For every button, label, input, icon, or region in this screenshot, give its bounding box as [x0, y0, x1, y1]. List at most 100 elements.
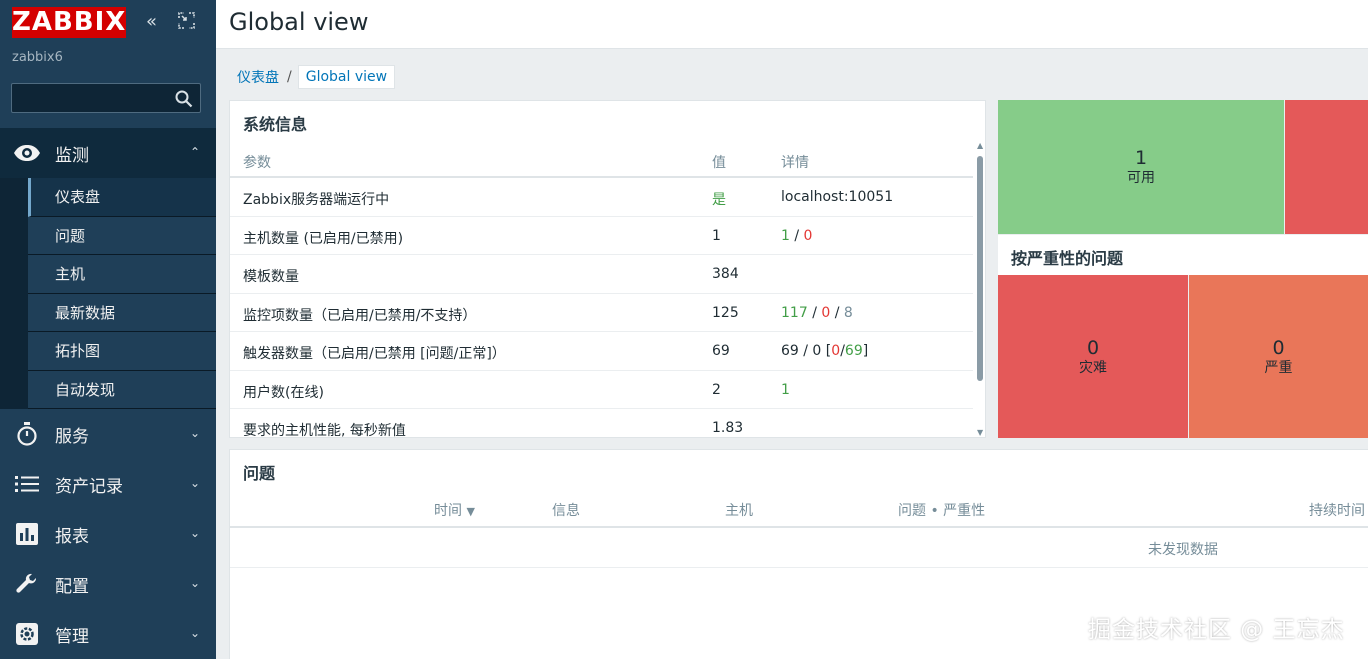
breadcrumb-current[interactable]: Global view	[297, 65, 396, 89]
details-cell: 1	[781, 381, 790, 398]
details-cell: localhost:10051	[781, 189, 894, 205]
disaster-label: 灾难	[1079, 359, 1107, 376]
scroll-down-icon[interactable]: ▼	[977, 428, 983, 437]
menu-item-label: 服务	[55, 426, 89, 447]
menu-item-services[interactable]: 服务 ⌄	[0, 409, 216, 459]
menu-item-monitoring[interactable]: 监测 ⌃	[0, 128, 216, 178]
chevron-up-icon: ⌃	[189, 145, 200, 159]
submenu-item-discovery[interactable]: 自动发现	[28, 370, 216, 409]
scroll-up-icon[interactable]: ▲	[977, 141, 983, 150]
wrench-icon	[12, 572, 42, 596]
column-header-duration: 持续时间	[1309, 503, 1365, 519]
breadcrumb-dashboard-link[interactable]: 仪表盘	[237, 67, 279, 87]
chevron-down-icon: ⌄	[189, 526, 200, 540]
unsupported-count: 8	[843, 304, 853, 321]
widget-title: 按严重性的问题	[1011, 249, 1124, 268]
param-cell: 监控项数量（已启用/已禁用/不支持）	[243, 307, 477, 324]
gear-icon	[12, 622, 42, 646]
table-row: 模板数量 384	[230, 255, 973, 294]
sort-desc-icon: ▼	[466, 505, 475, 518]
search-icon[interactable]	[175, 90, 193, 112]
param-cell: 模板数量	[243, 269, 299, 285]
details-cell: 1 / 0	[781, 228, 812, 244]
param-cell: Zabbix服务器端运行中	[243, 192, 390, 208]
value-cell: 384	[712, 266, 739, 282]
page-title: Global view	[229, 8, 369, 36]
column-header-value: 值	[712, 155, 726, 171]
breadcrumb: 仪表盘 / Global view	[237, 65, 396, 89]
details-cell: 69 / 0 [0/69]	[781, 343, 868, 359]
problem-count: 0	[831, 343, 841, 359]
search-box	[11, 83, 201, 113]
system-info-widget: 系统信息 参数 值 详情 Zabbix服务器端运行中 是 localhost:1…	[229, 100, 986, 438]
menu-item-label: 资产记录	[55, 476, 123, 497]
param-cell: 要求的主机性能, 每秒新值	[243, 423, 406, 438]
no-data-message: 未发现数据	[1148, 542, 1218, 558]
table-header: 参数 值 详情	[230, 141, 973, 178]
severity-disaster-tile[interactable]: 0 灾难	[998, 275, 1188, 438]
value-cell: 125	[712, 304, 739, 321]
scrollbar[interactable]: ▲ ▼	[974, 141, 985, 437]
main-menu: 监测 ⌃ 仪表盘 问题 主机 最新数据 拓扑图 自动发现 服务 ⌄ 资产记录 ⌄	[0, 128, 216, 659]
param-cell: 触发器数量（已启用/已禁用 [问题/正常]）	[243, 346, 506, 362]
table-row: 用户数(在线) 2 1	[230, 371, 973, 409]
value-cell: 69	[712, 343, 730, 359]
column-header-info: 信息	[552, 503, 580, 519]
separator: /	[794, 227, 800, 244]
table-header: 时间 ▼ 信息 主机 问题 • 严重性 持续时间	[230, 490, 1368, 528]
host-unavailable-tile[interactable]	[1285, 100, 1368, 234]
watermark: 掘金技术社区 @ 王忘杰	[1088, 617, 1345, 643]
zabbix-logo[interactable]: ZABBIX	[12, 7, 126, 38]
available-count: 1	[1134, 147, 1148, 169]
menu-item-label: 报表	[55, 526, 89, 547]
submenu-item-dashboard[interactable]: 仪表盘	[28, 178, 216, 217]
submenu-item-hosts[interactable]: 主机	[28, 255, 216, 294]
column-header-time[interactable]: 时间 ▼	[434, 500, 475, 520]
menu-item-label: 配置	[55, 576, 89, 597]
high-label: 严重	[1264, 359, 1293, 376]
ok-count: 69	[844, 343, 863, 359]
separator: /	[834, 304, 840, 321]
collapse-sidebar-icon[interactable]: «	[146, 12, 157, 32]
stopwatch-icon	[12, 422, 42, 446]
table-row: Zabbix服务器端运行中 是 localhost:10051	[230, 178, 973, 217]
submenu-item-problems[interactable]: 问题	[28, 216, 216, 255]
available-label: 可用	[1127, 170, 1155, 186]
chevron-down-icon: ⌄	[189, 426, 200, 440]
value-cell: 2	[712, 381, 721, 398]
column-label: 时间	[434, 503, 462, 519]
main-content: Global view 仪表盘 / Global view 系统信息 参数 值 …	[216, 0, 1368, 659]
kiosk-mode-icon[interactable]	[178, 12, 195, 34]
enabled-count: 117	[781, 304, 808, 321]
severity-high-tile[interactable]: 0 严重	[1189, 275, 1368, 438]
column-header-host[interactable]: 主机	[725, 500, 753, 520]
menu-item-reports[interactable]: 报表 ⌄	[0, 509, 216, 559]
table-row: 要求的主机性能, 每秒新值 1.83	[230, 409, 973, 438]
page-header: Global view	[216, 0, 1368, 49]
menu-item-label: 监测	[55, 145, 89, 166]
host-available-tile[interactable]: 1 可用	[998, 100, 1284, 234]
scrollbar-thumb[interactable]	[977, 156, 983, 381]
disabled-count: 0	[803, 227, 813, 244]
param-cell: 用户数(在线)	[243, 384, 324, 401]
menu-item-inventory[interactable]: 资产记录 ⌄	[0, 459, 216, 509]
system-info-table: 参数 值 详情 Zabbix服务器端运行中 是 localhost:10051 …	[230, 141, 973, 438]
breadcrumb-separator: /	[287, 69, 292, 85]
menu-item-configuration[interactable]: 配置 ⌄	[0, 559, 216, 609]
disabled-count: 0	[821, 304, 831, 321]
chevron-down-icon: ⌄	[189, 626, 200, 640]
submenu-item-latest-data[interactable]: 最新数据	[28, 293, 216, 332]
server-name: zabbix6	[12, 50, 63, 65]
param-cell: 主机数量 (已启用/已禁用)	[243, 230, 404, 247]
column-header-problem[interactable]: 问题 • 严重性	[898, 500, 985, 520]
details-cell: 117 / 0 / 8	[781, 305, 853, 321]
search-input[interactable]	[12, 84, 172, 112]
disaster-count: 0	[1086, 336, 1100, 359]
sidebar: ZABBIX « zabbix6 监测 ⌃ 仪表盘 问题 主机 最新数据 拓扑图…	[0, 0, 216, 659]
high-count: 0	[1272, 336, 1285, 359]
chevron-down-icon: ⌄	[189, 476, 200, 490]
table-row: 触发器数量（已启用/已禁用 [问题/正常]） 69 69 / 0 [0/69]	[230, 332, 973, 371]
value-cell: 是	[712, 192, 726, 208]
menu-item-administration[interactable]: 管理 ⌄	[0, 609, 216, 659]
submenu-item-maps[interactable]: 拓扑图	[28, 332, 216, 371]
